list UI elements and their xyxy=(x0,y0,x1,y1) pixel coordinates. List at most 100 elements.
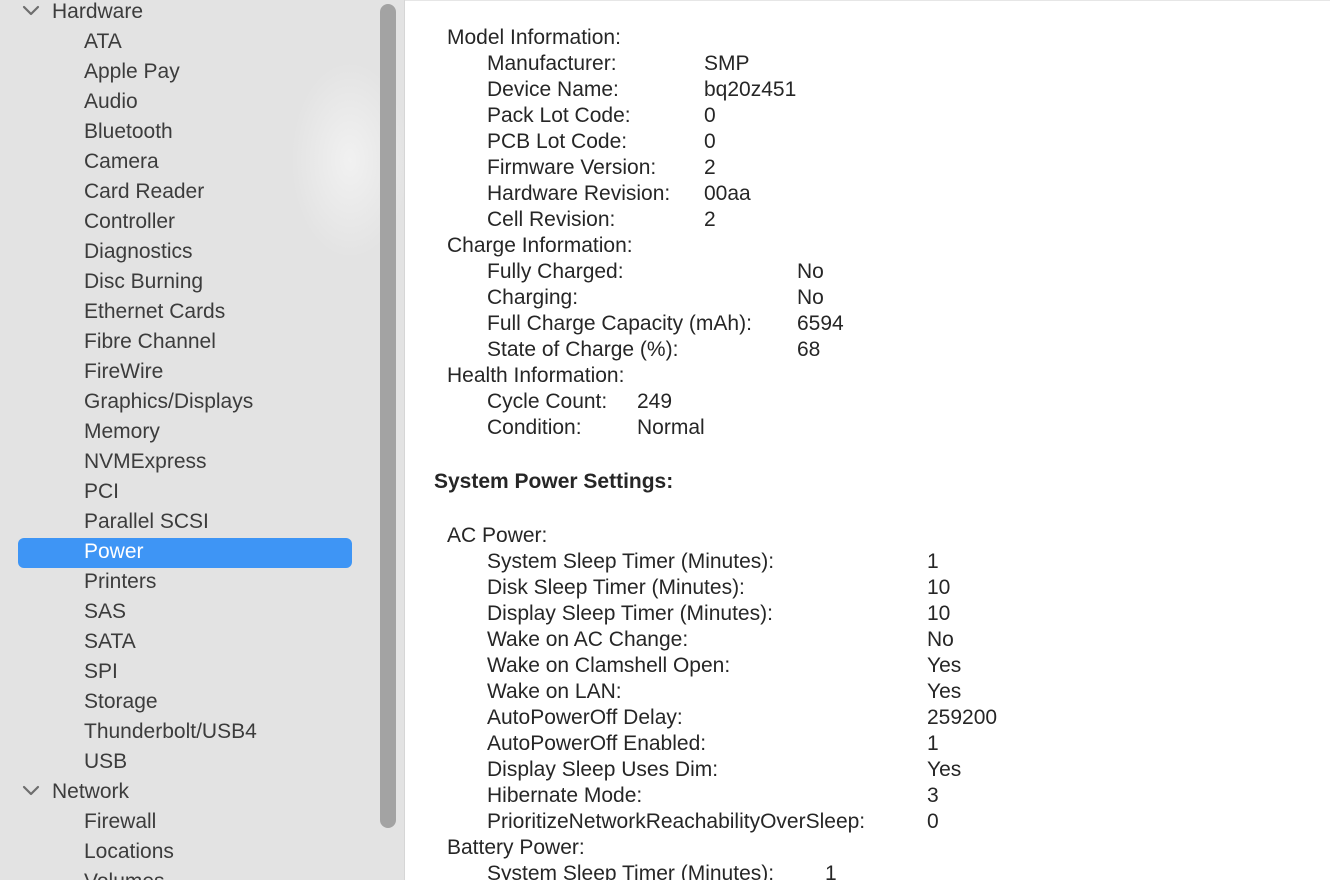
chevron-down-icon[interactable] xyxy=(22,0,44,17)
field-label: AutoPowerOff Delay: xyxy=(487,706,683,729)
field-value: SMP xyxy=(704,52,750,75)
section-title-system-power-settings: System Power Settings: xyxy=(434,470,674,493)
field-pack-lot-code: Pack Lot Code: 0 xyxy=(487,103,716,129)
sidebar-scrollbar[interactable] xyxy=(380,4,396,828)
field-value: 68 xyxy=(797,338,821,361)
field-label: AutoPowerOff Enabled: xyxy=(487,732,707,755)
sidebar-item-card-reader[interactable]: Card Reader xyxy=(84,177,204,207)
group-heading-ac-power: AC Power: xyxy=(447,524,548,547)
group-heading-battery-power: Battery Power: xyxy=(447,836,585,859)
field-system-sleep-timer-minutes: System Sleep Timer (Minutes): 1 xyxy=(487,549,939,575)
sidebar-item-sas[interactable]: SAS xyxy=(84,597,126,627)
field-label: Wake on LAN: xyxy=(487,680,622,703)
field-label: Cycle Count: xyxy=(487,390,608,413)
sidebar-item-fibre-channel[interactable]: Fibre Channel xyxy=(84,327,216,357)
sidebar-item-diagnostics[interactable]: Diagnostics xyxy=(84,237,193,267)
field-value: Yes xyxy=(927,758,962,781)
field-value: 6594 xyxy=(797,312,844,335)
field-value: 259200 xyxy=(927,706,998,729)
sidebar-item-thunderbolt-usb4[interactable]: Thunderbolt/USB4 xyxy=(84,717,257,747)
sidebar-section-network[interactable]: Network xyxy=(22,777,129,807)
sidebar-item-sata[interactable]: SATA xyxy=(84,627,136,657)
field-label: Manufacturer: xyxy=(487,52,617,75)
field-label: Firmware Version: xyxy=(487,156,657,179)
field-value: 1 xyxy=(825,862,837,880)
field-value: 0 xyxy=(704,130,716,153)
field-label: System Sleep Timer (Minutes): xyxy=(487,550,775,573)
sidebar-item-apple-pay[interactable]: Apple Pay xyxy=(84,57,180,87)
sidebar-item-spi[interactable]: SPI xyxy=(84,657,118,687)
sidebar-item-memory[interactable]: Memory xyxy=(84,417,160,447)
field-label: Fully Charged: xyxy=(487,260,624,283)
field-value: 2 xyxy=(704,156,716,179)
group-heading-health-information: Health Information: xyxy=(447,364,625,387)
field-charging: Charging: No xyxy=(487,285,824,311)
field-label: Device Name: xyxy=(487,78,619,101)
sidebar-item-camera[interactable]: Camera xyxy=(84,147,159,177)
field-firmware-version: Firmware Version: 2 xyxy=(487,155,716,181)
sidebar-item-firewire[interactable]: FireWire xyxy=(84,357,163,387)
field-value: No xyxy=(797,286,824,309)
field-label: State of Charge (%): xyxy=(487,338,679,361)
sidebar-item-audio[interactable]: Audio xyxy=(84,87,138,117)
field-label: Wake on Clamshell Open: xyxy=(487,654,731,677)
field-label: Cell Revision: xyxy=(487,208,616,231)
sidebar: Hardware ATA Apple Pay Audio Bluetooth Camera… xyxy=(0,0,405,880)
field-value: 10 xyxy=(927,576,951,599)
field-value: Yes xyxy=(927,680,962,703)
field-display-sleep-timer-minutes: Display Sleep Timer (Minutes): 10 xyxy=(487,601,950,627)
sidebar-item-firewall[interactable]: Firewall xyxy=(84,807,156,837)
field-device-name: Device Name: bq20z451 xyxy=(487,77,796,103)
field-state-of-charge: State of Charge (%): 68 xyxy=(487,337,820,363)
group-heading-charge-information: Charge Information: xyxy=(447,234,633,257)
field-value: Normal xyxy=(637,416,705,439)
field-fully-charged: Fully Charged: No xyxy=(487,259,824,285)
sidebar-item-storage[interactable]: Storage xyxy=(84,687,158,717)
field-value: 0 xyxy=(927,810,939,833)
field-label: Condition: xyxy=(487,416,582,439)
sidebar-item-nvmexpress[interactable]: NVMExpress xyxy=(84,447,207,477)
field-value: bq20z451 xyxy=(704,78,797,101)
sidebar-section-hardware[interactable]: Hardware xyxy=(22,0,143,27)
sidebar-item-ethernet-cards[interactable]: Ethernet Cards xyxy=(84,297,225,327)
field-value: 2 xyxy=(704,208,716,231)
field-full-charge-capacity-mah: Full Charge Capacity (mAh): 6594 xyxy=(487,311,844,337)
field-wake-on-clamshell-open: Wake on Clamshell Open: Yes xyxy=(487,653,961,679)
field-label: PCB Lot Code: xyxy=(487,130,628,153)
sidebar-item-controller[interactable]: Controller xyxy=(84,207,175,237)
sidebar-item-volumes[interactable]: Volumes xyxy=(84,867,165,880)
sidebar-item-disc-burning[interactable]: Disc Burning xyxy=(84,267,203,297)
field-prioritizenetworkreachabilityoversleep: PrioritizeNetworkReachabilityOverSleep: 0 xyxy=(487,809,939,835)
field-value: 3 xyxy=(927,784,939,807)
field-wake-on-ac-change: Wake on AC Change: No xyxy=(487,627,954,653)
sidebar-item-pci[interactable]: PCI xyxy=(84,477,119,507)
sidebar-item-bluetooth[interactable]: Bluetooth xyxy=(84,117,173,147)
sidebar-item-ata[interactable]: ATA xyxy=(84,27,122,57)
field-label: Disk Sleep Timer (Minutes): xyxy=(487,576,745,599)
sidebar-item-parallel-scsi[interactable]: Parallel SCSI xyxy=(84,507,209,537)
field-value: No xyxy=(797,260,824,283)
field-value: No xyxy=(927,628,954,651)
sidebar-item-graphics-displays[interactable]: Graphics/Displays xyxy=(84,387,253,417)
field-system-sleep-timer-minutes: System Sleep Timer (Minutes): 1 xyxy=(487,861,837,880)
field-label: Hibernate Mode: xyxy=(487,784,643,807)
field-disk-sleep-timer-minutes: Disk Sleep Timer (Minutes): 10 xyxy=(487,575,950,601)
field-label: PrioritizeNetworkReachabilityOverSleep: xyxy=(487,810,866,833)
chevron-down-icon[interactable] xyxy=(22,777,44,797)
sidebar-item-usb[interactable]: USB xyxy=(84,747,127,777)
field-hibernate-mode: Hibernate Mode: 3 xyxy=(487,783,939,809)
field-wake-on-lan: Wake on LAN: Yes xyxy=(487,679,961,705)
sidebar-item-power[interactable]: Power xyxy=(84,537,144,567)
field-manufacturer: Manufacturer: SMP xyxy=(487,51,750,77)
field-autopoweroff-delay: AutoPowerOff Delay: 259200 xyxy=(487,705,997,731)
selection-highlight xyxy=(18,538,352,568)
sidebar-section-label: Hardware xyxy=(52,0,144,23)
sidebar-item-locations[interactable]: Locations xyxy=(84,837,174,867)
field-autopoweroff-enabled: AutoPowerOff Enabled: 1 xyxy=(487,731,939,757)
field-pcb-lot-code: PCB Lot Code: 0 xyxy=(487,129,716,155)
field-value: 249 xyxy=(637,390,673,413)
field-cycle-count: Cycle Count: 249 xyxy=(487,389,672,415)
field-value: 0 xyxy=(704,104,716,127)
sidebar-item-printers[interactable]: Printers xyxy=(84,567,156,597)
field-label: Display Sleep Uses Dim: xyxy=(487,758,719,781)
